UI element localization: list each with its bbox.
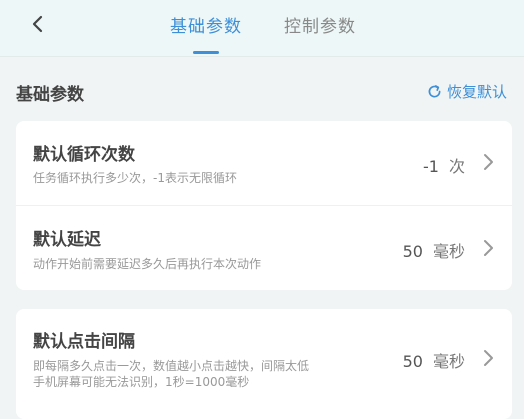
setting-title: 默认延迟 — [33, 230, 101, 250]
active-tab-indicator — [193, 51, 219, 54]
settings-card-click: 默认点击间隔 即每隔多久点击一次，数值越小点击越快，间隔太低 手机屏幕可能无法识… — [16, 309, 512, 419]
refresh-icon — [428, 84, 441, 97]
setting-loop-count[interactable]: 默认循环次数 任务循环执行多少次，-1表示无限循环 -1 次 — [16, 121, 512, 205]
setting-title: 默认循环次数 — [33, 145, 135, 165]
setting-description: 动作开始前需要延迟多久后再执行本次动作 — [33, 257, 262, 271]
value-number: 50 — [402, 352, 423, 371]
tab-basic-params[interactable]: 基础参数 — [170, 12, 242, 37]
back-arrow-icon[interactable] — [28, 14, 48, 34]
setting-description: 任务循环执行多少次，-1表示无限循环 — [33, 171, 237, 185]
setting-value: 50 毫秒 — [403, 348, 465, 372]
value-unit: 毫秒 — [432, 242, 465, 261]
setting-click-interval[interactable]: 默认点击间隔 即每隔多久点击一次，数值越小点击越快，间隔太低 手机屏幕可能无法识… — [16, 309, 512, 419]
setting-value: -1 次 — [423, 153, 465, 177]
value-number: 50 — [402, 242, 423, 261]
value-number: -1 — [423, 157, 439, 176]
section-title: 基础参数 — [16, 85, 84, 105]
tab-control-params[interactable]: 控制参数 — [284, 12, 356, 37]
setting-value: 50 毫秒 — [403, 238, 465, 262]
chevron-right-icon — [484, 350, 493, 366]
setting-title: 默认点击间隔 — [33, 332, 135, 352]
reset-defaults-button[interactable]: 恢复默认 — [426, 81, 507, 101]
setting-delay[interactable]: 默认延迟 动作开始前需要延迟多久后再执行本次动作 50 毫秒 — [16, 206, 512, 290]
setting-description-line1: 即每隔多久点击一次，数值越小点击越快，间隔太低 — [33, 359, 310, 373]
chevron-right-icon — [484, 240, 493, 256]
settings-card-basic: 默认循环次数 任务循环执行多少次，-1表示无限循环 -1 次 默认延迟 动作开始前… — [16, 121, 512, 290]
chevron-right-icon — [484, 154, 493, 170]
value-unit: 次 — [448, 157, 465, 176]
reset-defaults-label: 恢复默认 — [447, 82, 508, 101]
top-bar: 基础参数 控制参数 — [0, 0, 524, 57]
value-unit: 毫秒 — [432, 352, 465, 371]
setting-description-line2: 手机屏幕可能无法识别，1秒=1000毫秒 — [33, 375, 250, 389]
